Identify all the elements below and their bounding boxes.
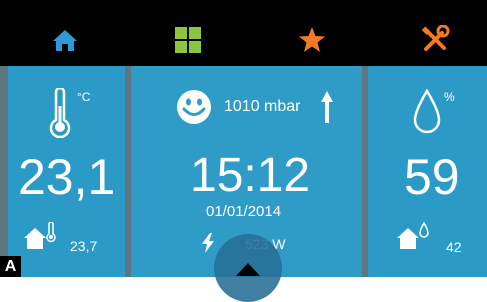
clock-time: 15:12 bbox=[190, 149, 311, 202]
pressure-unit: mbar bbox=[264, 98, 301, 115]
humidity-unit: % bbox=[444, 90, 455, 104]
pull-up-handle[interactable] bbox=[214, 234, 282, 302]
date: 01/01/2014 bbox=[206, 203, 282, 220]
star-icon bbox=[299, 27, 325, 52]
home-icon bbox=[53, 30, 77, 51]
tools-icon bbox=[421, 25, 450, 51]
temperature-unit: °C bbox=[77, 90, 91, 104]
pressure-trend-up-icon bbox=[321, 91, 333, 123]
indoor-temperature-value: 23,7 bbox=[70, 238, 98, 254]
figure-label: A bbox=[0, 256, 21, 277]
indoor-temperature-icon bbox=[24, 222, 56, 249]
tab-home[interactable] bbox=[45, 20, 85, 60]
humidity-value: 59 bbox=[404, 149, 460, 205]
tab-grid[interactable] bbox=[168, 20, 208, 60]
indoor-humidity-value: 42 bbox=[446, 239, 462, 255]
indoor-humidity-icon bbox=[397, 222, 429, 249]
top-navigation-bar bbox=[0, 0, 487, 66]
panel-divider-left-edge bbox=[0, 66, 8, 277]
tab-settings[interactable] bbox=[415, 20, 455, 60]
power-bolt-icon bbox=[202, 233, 214, 253]
thermometer-icon bbox=[49, 88, 71, 138]
tab-favorites[interactable] bbox=[292, 20, 332, 60]
chevron-up-icon bbox=[236, 263, 260, 276]
grid-icon bbox=[175, 27, 201, 53]
smiley-icon bbox=[177, 90, 211, 124]
humidity-drop-icon bbox=[413, 88, 441, 134]
temperature-value: 23,1 bbox=[18, 149, 116, 205]
pressure-value: 1010 bbox=[224, 98, 260, 115]
